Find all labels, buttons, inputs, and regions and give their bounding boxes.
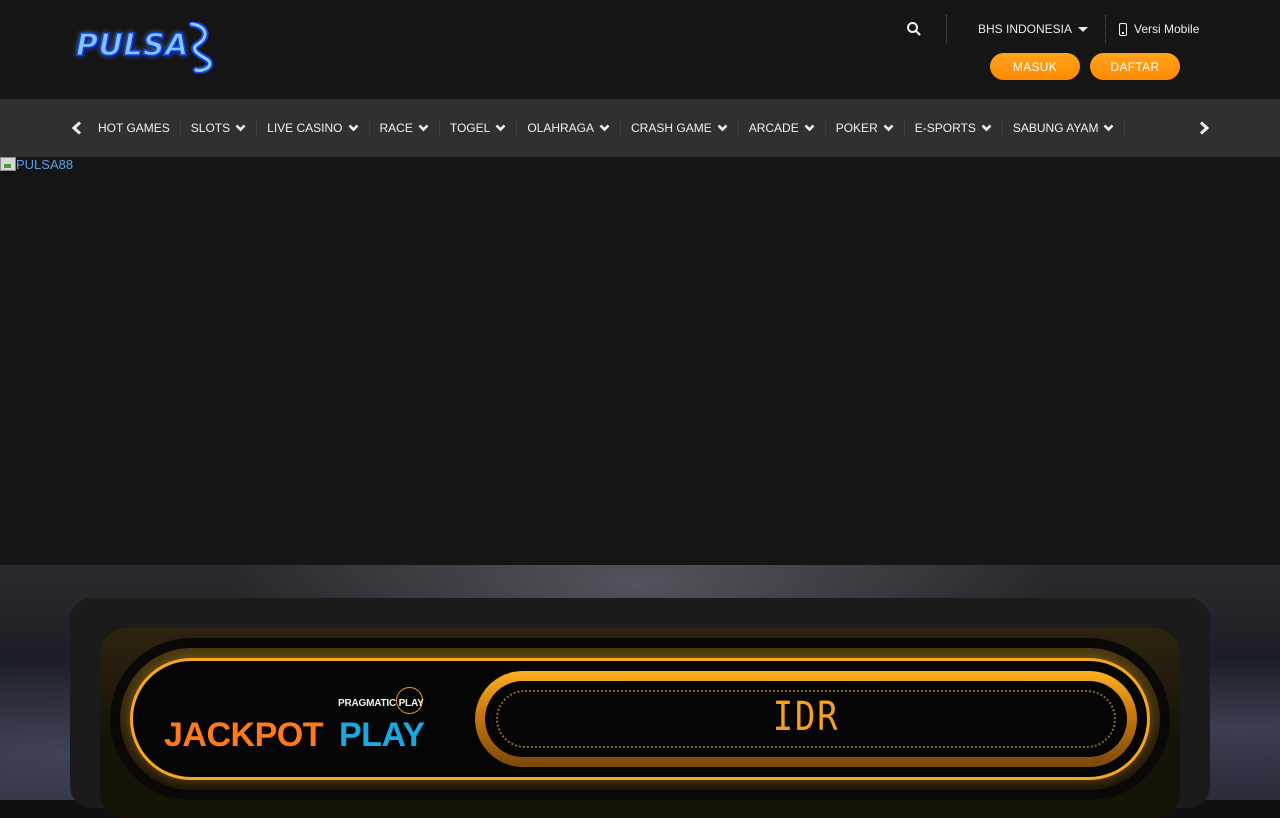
nav-item-slots[interactable]: SLOTS xyxy=(181,119,258,137)
logo-text: PULSA xyxy=(75,27,189,64)
mobile-version-label: Versi Mobile xyxy=(1134,22,1200,36)
banner-image: PULSA88 xyxy=(0,156,74,172)
nav-item-label: SABUNG AYAM xyxy=(1012,121,1099,135)
nav-item-olahraga[interactable]: OLAHRAGA xyxy=(517,119,622,137)
main-nav: HOT GAMES SLOTS LIVE CASINO RACE TOGEL OLAHRA… xyxy=(0,99,1280,157)
nav-item-togel[interactable]: TOGEL xyxy=(440,119,518,137)
chevron-down-icon xyxy=(883,124,894,132)
caret-down-icon xyxy=(1078,26,1089,32)
nav-item-label: HOT GAMES xyxy=(98,121,170,135)
chevron-down-icon xyxy=(348,124,358,132)
site-header: PULSA BHS INDONESIA Versi Mobile MASUK D… xyxy=(0,0,1280,99)
nav-item-crash-game[interactable]: CRASH GAME xyxy=(621,119,739,137)
nav-item-arcade[interactable]: ARCADE xyxy=(739,119,826,137)
chevron-down-icon xyxy=(717,124,728,132)
nav-item-live-casino[interactable]: LIVE CASINO xyxy=(257,119,370,137)
nav-item-e-sports[interactable]: E-SPORTS xyxy=(905,119,1003,137)
chevron-down-icon xyxy=(495,124,506,132)
language-label: BHS INDONESIA xyxy=(978,22,1073,36)
search-button[interactable] xyxy=(904,19,924,39)
broken-image-icon xyxy=(0,157,16,171)
mobile-phone-icon xyxy=(1119,22,1127,36)
header-divider xyxy=(1105,15,1106,43)
logo-swirl-icon xyxy=(188,22,214,74)
nav-item-poker[interactable]: POKER xyxy=(826,119,905,137)
chevron-right-icon xyxy=(1199,121,1210,135)
nav-item-sabung-ayam[interactable]: SABUNG AYAM xyxy=(1003,119,1126,137)
search-icon xyxy=(907,22,921,36)
chevron-down-icon xyxy=(1104,124,1114,132)
jackpot-counter-value: IDR xyxy=(772,694,840,740)
nav-item-label: ARCADE xyxy=(748,121,799,135)
chevron-down-icon xyxy=(981,124,992,132)
mobile-version-link[interactable]: Versi Mobile xyxy=(1119,20,1199,38)
language-selector[interactable]: BHS INDONESIA xyxy=(978,21,1089,37)
banner-alt-text: PULSA88 xyxy=(16,156,74,172)
nav-item-label: CRASH GAME xyxy=(631,121,712,135)
jackpot-title-play: PLAY xyxy=(339,716,425,754)
site-logo[interactable]: PULSA xyxy=(75,22,216,74)
nav-item-hot-games[interactable]: HOT GAMES xyxy=(88,119,181,137)
jackpot-title: JACKPOT xyxy=(164,716,323,754)
hero-banner[interactable]: PULSA88 xyxy=(0,157,1280,565)
nav-scroll-left-button[interactable] xyxy=(64,99,90,157)
nav-scroll-right-button[interactable] xyxy=(1191,99,1217,157)
pragmatic-play-logo: PRAGMATIC PLAY xyxy=(338,678,428,718)
nav-item-race[interactable]: RACE xyxy=(370,119,440,137)
nav-item-label: POKER xyxy=(835,121,878,135)
nav-items: HOT GAMES SLOTS LIVE CASINO RACE TOGEL OLAHRA… xyxy=(88,99,1182,157)
chevron-left-icon xyxy=(71,121,82,135)
provider-label: PRAGMATIC PLAY xyxy=(338,698,424,709)
chevron-down-icon xyxy=(599,124,610,132)
nav-item-label: TOGEL xyxy=(449,121,491,135)
header-divider xyxy=(946,15,947,43)
nav-item-label: E-SPORTS xyxy=(914,121,976,135)
nav-item-label: OLAHRAGA xyxy=(527,121,595,135)
register-button[interactable]: DAFTAR xyxy=(1090,53,1180,80)
login-button[interactable]: MASUK xyxy=(990,53,1080,80)
nav-item-label: RACE xyxy=(379,121,413,135)
nav-item-label: LIVE CASINO xyxy=(267,121,343,135)
chevron-down-icon xyxy=(804,124,815,132)
chevron-down-icon xyxy=(418,124,429,132)
chevron-down-icon xyxy=(235,124,246,132)
nav-item-label: SLOTS xyxy=(190,121,231,135)
